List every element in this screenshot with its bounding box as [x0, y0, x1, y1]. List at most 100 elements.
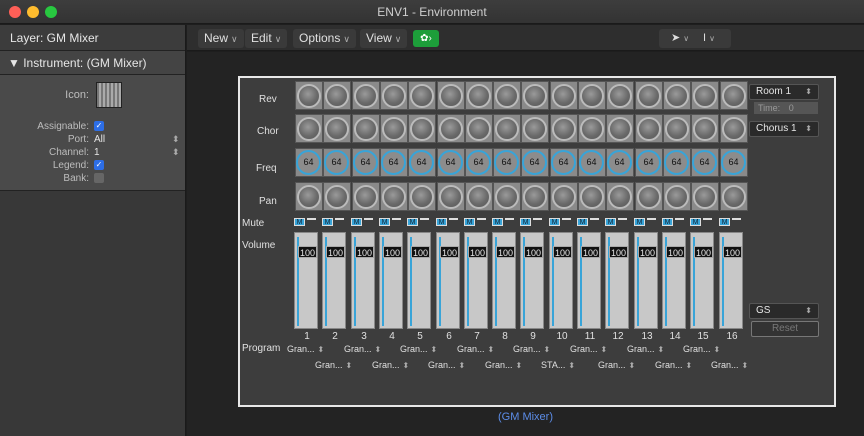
- program-select[interactable]: Gran... ⬍: [683, 344, 720, 354]
- freq-knob[interactable]: 64: [551, 150, 576, 175]
- rev-knob[interactable]: [410, 84, 434, 108]
- pan-knob[interactable]: [552, 185, 576, 209]
- volume-fader[interactable]: 100: [294, 232, 318, 329]
- freq-knob[interactable]: 64: [494, 150, 519, 175]
- pan-knob[interactable]: [665, 185, 689, 209]
- program-select[interactable]: STA... ⬍: [541, 360, 575, 370]
- chor-knob[interactable]: [325, 117, 349, 141]
- chorus-type-select[interactable]: Chorus 1 ⬍: [749, 121, 819, 137]
- freq-knob[interactable]: 64: [381, 150, 406, 175]
- pan-knob[interactable]: [410, 185, 434, 209]
- pointer-tool-icon[interactable]: ➤ ∨: [671, 29, 689, 48]
- mute-button[interactable]: M: [577, 218, 588, 226]
- chor-knob[interactable]: [467, 117, 491, 141]
- pan-knob[interactable]: [325, 185, 349, 209]
- program-select[interactable]: Gran... ⬍: [711, 360, 748, 370]
- volume-fader[interactable]: 100: [634, 232, 658, 329]
- rev-knob[interactable]: [637, 84, 661, 108]
- pan-knob[interactable]: [495, 185, 519, 209]
- pan-knob[interactable]: [608, 185, 632, 209]
- edit-menu[interactable]: Edit ∨: [245, 29, 288, 48]
- freq-knob[interactable]: 64: [664, 150, 689, 175]
- instrument-disclosure[interactable]: ▼ Instrument: (GM Mixer): [0, 51, 185, 75]
- mute-button[interactable]: M: [351, 218, 362, 226]
- pan-knob[interactable]: [693, 185, 717, 209]
- chor-knob[interactable]: [552, 117, 576, 141]
- program-select[interactable]: Gran... ⬍: [428, 360, 465, 370]
- mute-button[interactable]: M: [294, 218, 305, 226]
- text-cursor-tool-icon[interactable]: I ∨: [703, 29, 715, 48]
- freq-knob[interactable]: 64: [579, 150, 604, 175]
- mute-button[interactable]: M: [379, 218, 390, 226]
- checkbox[interactable]: ✓: [94, 121, 104, 132]
- mute-button[interactable]: M: [464, 218, 475, 226]
- rev-knob[interactable]: [439, 84, 463, 108]
- pan-knob[interactable]: [637, 185, 661, 209]
- chor-knob[interactable]: [410, 117, 434, 141]
- mute-button[interactable]: M: [605, 218, 616, 226]
- volume-fader[interactable]: 100: [690, 232, 714, 329]
- rev-knob[interactable]: [325, 84, 349, 108]
- palette-button[interactable]: ✿›: [413, 30, 439, 47]
- freq-knob[interactable]: 64: [353, 150, 378, 175]
- pan-knob[interactable]: [580, 185, 604, 209]
- freq-knob[interactable]: 64: [607, 150, 632, 175]
- mute-button[interactable]: M: [520, 218, 531, 226]
- inspector-prop-checkbox[interactable]: ✓: [94, 121, 104, 132]
- inspector-prop-checkbox[interactable]: ✓: [94, 160, 104, 171]
- freq-knob[interactable]: 64: [522, 150, 547, 175]
- chor-knob[interactable]: [495, 117, 519, 141]
- mute-button[interactable]: M: [690, 218, 701, 226]
- freq-knob[interactable]: 64: [324, 150, 349, 175]
- program-select[interactable]: Gran... ⬍: [570, 344, 607, 354]
- rev-knob[interactable]: [297, 84, 321, 108]
- chor-knob[interactable]: [608, 117, 632, 141]
- volume-fader[interactable]: 100: [464, 232, 488, 329]
- reverb-type-select[interactable]: Room 1 ⬍: [749, 84, 819, 100]
- program-select[interactable]: Gran... ⬍: [400, 344, 437, 354]
- pan-knob[interactable]: [382, 185, 406, 209]
- chor-knob[interactable]: [637, 117, 661, 141]
- program-select[interactable]: Gran... ⬍: [513, 344, 550, 354]
- pan-knob[interactable]: [523, 185, 547, 209]
- mute-button[interactable]: M: [407, 218, 418, 226]
- mute-button[interactable]: M: [436, 218, 447, 226]
- layer-selector[interactable]: Layer: GM Mixer: [0, 25, 185, 51]
- program-select[interactable]: Gran... ⬍: [344, 344, 381, 354]
- freq-knob[interactable]: 64: [409, 150, 434, 175]
- gm-mode-select[interactable]: GS ⬍: [749, 303, 819, 319]
- volume-fader[interactable]: 100: [549, 232, 573, 329]
- program-select[interactable]: Gran... ⬍: [627, 344, 664, 354]
- volume-fader[interactable]: 100: [605, 232, 629, 329]
- chor-knob[interactable]: [382, 117, 406, 141]
- freq-knob[interactable]: 64: [721, 150, 746, 175]
- chor-knob[interactable]: [439, 117, 463, 141]
- inspector-prop-value[interactable]: All: [94, 134, 105, 145]
- program-select[interactable]: Gran... ⬍: [485, 360, 522, 370]
- freq-knob[interactable]: 64: [296, 150, 321, 175]
- volume-fader[interactable]: 100: [520, 232, 544, 329]
- program-select[interactable]: Gran... ⬍: [287, 344, 324, 354]
- rev-knob[interactable]: [608, 84, 632, 108]
- mute-button[interactable]: M: [662, 218, 673, 226]
- volume-fader[interactable]: 100: [577, 232, 601, 329]
- new-menu[interactable]: New ∨: [198, 29, 244, 48]
- volume-fader[interactable]: 100: [662, 232, 686, 329]
- volume-fader[interactable]: 100: [436, 232, 460, 329]
- mute-button[interactable]: M: [492, 218, 503, 226]
- chor-knob[interactable]: [523, 117, 547, 141]
- freq-knob[interactable]: 64: [636, 150, 661, 175]
- program-select[interactable]: Gran... ⬍: [457, 344, 494, 354]
- chor-knob[interactable]: [297, 117, 321, 141]
- rev-knob[interactable]: [722, 84, 746, 108]
- rev-knob[interactable]: [580, 84, 604, 108]
- stepper-icon[interactable]: ⬍: [172, 134, 180, 145]
- pan-knob[interactable]: [354, 185, 378, 209]
- rev-knob[interactable]: [382, 84, 406, 108]
- pan-knob[interactable]: [467, 185, 491, 209]
- volume-fader[interactable]: 100: [719, 232, 743, 329]
- inspector-prop-checkbox[interactable]: [94, 173, 104, 184]
- checkbox[interactable]: ✓: [94, 160, 104, 171]
- program-select[interactable]: Gran... ⬍: [372, 360, 409, 370]
- chor-knob[interactable]: [722, 117, 746, 141]
